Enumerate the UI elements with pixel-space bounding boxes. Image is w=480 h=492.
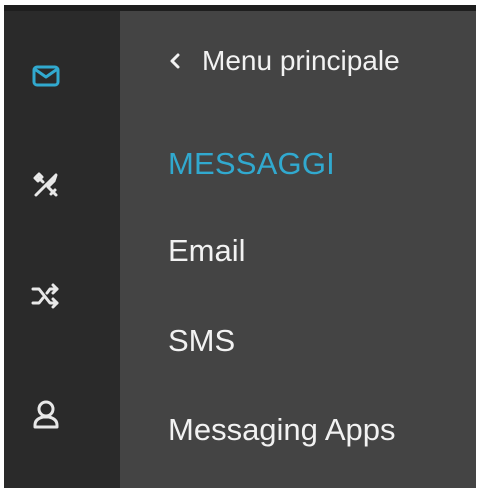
mail-icon (26, 56, 66, 96)
rail-item-shuffle[interactable] (4, 251, 120, 341)
back-label: Menu principale (202, 45, 400, 76)
chevron-left-icon (166, 51, 184, 71)
rail-item-tools[interactable] (4, 140, 120, 230)
menu-item-email[interactable]: Email (168, 233, 246, 269)
app-frame: Menu principale MESSAGGI Email SMS Messa… (4, 5, 476, 488)
menu-item-messaging-apps[interactable]: Messaging Apps (168, 412, 395, 448)
user-icon (26, 394, 66, 434)
rail-item-profile[interactable] (4, 369, 120, 459)
icon-rail (4, 11, 120, 488)
submenu-panel: Menu principale MESSAGGI Email SMS Messa… (120, 11, 476, 488)
shuffle-icon (26, 276, 66, 316)
section-title: MESSAGGI (168, 146, 335, 181)
menu-item-sms[interactable]: SMS (168, 323, 235, 359)
rail-item-messages[interactable] (4, 31, 120, 121)
back-to-main-menu-link[interactable]: Menu principale (166, 41, 400, 81)
tools-icon (26, 165, 66, 205)
